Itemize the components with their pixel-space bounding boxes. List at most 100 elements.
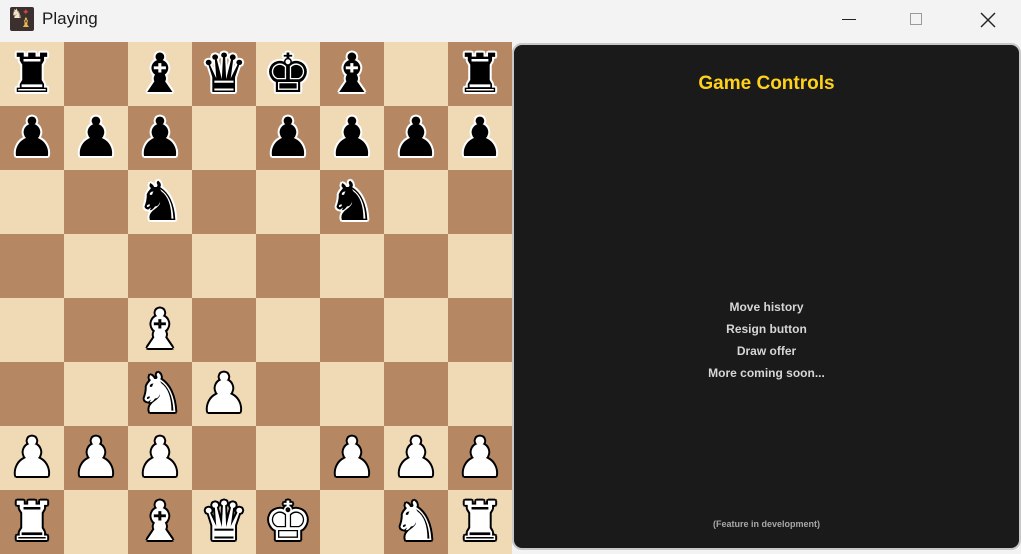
white-knight-icon[interactable]: ♞	[136, 367, 184, 421]
square-g2[interactable]: ♟	[384, 426, 448, 490]
black-pawn-icon[interactable]: ♟	[328, 111, 376, 165]
square-a5[interactable]	[0, 234, 64, 298]
square-a1[interactable]: ♜	[0, 490, 64, 554]
square-d1[interactable]: ♛	[192, 490, 256, 554]
white-rook-icon[interactable]: ♜	[456, 495, 504, 549]
square-a8[interactable]: ♜	[0, 42, 64, 106]
square-g7[interactable]: ♟	[384, 106, 448, 170]
square-c4[interactable]: ♝	[128, 298, 192, 362]
white-pawn-icon[interactable]: ♟	[456, 431, 504, 485]
black-queen-icon[interactable]: ♛	[200, 47, 248, 101]
square-d4[interactable]	[192, 298, 256, 362]
square-a2[interactable]: ♟	[0, 426, 64, 490]
square-h8[interactable]: ♜	[448, 42, 512, 106]
square-g5[interactable]	[384, 234, 448, 298]
square-d7[interactable]	[192, 106, 256, 170]
square-f6[interactable]: ♞	[320, 170, 384, 234]
square-g3[interactable]	[384, 362, 448, 426]
white-knight-icon[interactable]: ♞	[392, 495, 440, 549]
square-b8[interactable]	[64, 42, 128, 106]
square-b2[interactable]: ♟	[64, 426, 128, 490]
white-king-icon[interactable]: ♚	[264, 495, 312, 549]
white-rook-icon[interactable]: ♜	[8, 495, 56, 549]
square-c3[interactable]: ♞	[128, 362, 192, 426]
square-a7[interactable]: ♟	[0, 106, 64, 170]
square-b1[interactable]	[64, 490, 128, 554]
square-h6[interactable]	[448, 170, 512, 234]
square-e7[interactable]: ♟	[256, 106, 320, 170]
square-c1[interactable]: ♝	[128, 490, 192, 554]
square-e8[interactable]: ♚	[256, 42, 320, 106]
square-b5[interactable]	[64, 234, 128, 298]
square-e4[interactable]	[256, 298, 320, 362]
black-knight-icon[interactable]: ♞	[136, 175, 184, 229]
square-c7[interactable]: ♟	[128, 106, 192, 170]
white-pawn-icon[interactable]: ♟	[72, 431, 120, 485]
square-b3[interactable]	[64, 362, 128, 426]
square-f2[interactable]: ♟	[320, 426, 384, 490]
square-f5[interactable]	[320, 234, 384, 298]
square-e2[interactable]	[256, 426, 320, 490]
square-h1[interactable]: ♜	[448, 490, 512, 554]
square-f4[interactable]	[320, 298, 384, 362]
square-d5[interactable]	[192, 234, 256, 298]
white-pawn-icon[interactable]: ♟	[8, 431, 56, 485]
title-bar[interactable]: ♞ ♝ ✦ Playing	[0, 0, 1021, 41]
black-rook-icon[interactable]: ♜	[456, 47, 504, 101]
minimize-button[interactable]	[815, 0, 883, 40]
white-bishop-icon[interactable]: ♝	[136, 303, 184, 357]
maximize-button[interactable]	[883, 0, 951, 40]
square-c2[interactable]: ♟	[128, 426, 192, 490]
square-c8[interactable]: ♝	[128, 42, 192, 106]
chess-board[interactable]: ♜ ♝ ♛ ♚ ♝ ♜ ♟ ♟ ♟ ♟ ♟ ♟ ♟ ♞ ♞ ♝ ♞ ♟ ♟ ♟ ♟ ♟ ♟ ♟ ♜ ♝ ♛ ♚ ♞ ♜	[0, 42, 512, 554]
close-button[interactable]	[953, 0, 1021, 40]
black-pawn-icon[interactable]: ♟	[136, 111, 184, 165]
square-a4[interactable]	[0, 298, 64, 362]
square-f7[interactable]: ♟	[320, 106, 384, 170]
black-pawn-icon[interactable]: ♟	[72, 111, 120, 165]
black-rook-icon[interactable]: ♜	[8, 47, 56, 101]
square-f8[interactable]: ♝	[320, 42, 384, 106]
square-d8[interactable]: ♛	[192, 42, 256, 106]
square-e5[interactable]	[256, 234, 320, 298]
square-a6[interactable]	[0, 170, 64, 234]
square-e3[interactable]	[256, 362, 320, 426]
black-pawn-icon[interactable]: ♟	[392, 111, 440, 165]
square-g1[interactable]: ♞	[384, 490, 448, 554]
square-h4[interactable]	[448, 298, 512, 362]
black-pawn-icon[interactable]: ♟	[456, 111, 504, 165]
black-pawn-icon[interactable]: ♟	[8, 111, 56, 165]
square-b4[interactable]	[64, 298, 128, 362]
black-bishop-icon[interactable]: ♝	[136, 47, 184, 101]
black-knight-icon[interactable]: ♞	[328, 175, 376, 229]
feature-draw-offer: Draw offer	[736, 344, 797, 358]
black-king-icon[interactable]: ♚	[264, 47, 312, 101]
square-g8[interactable]	[384, 42, 448, 106]
square-b7[interactable]: ♟	[64, 106, 128, 170]
square-b6[interactable]	[64, 170, 128, 234]
square-d6[interactable]	[192, 170, 256, 234]
square-h3[interactable]	[448, 362, 512, 426]
square-e6[interactable]	[256, 170, 320, 234]
square-c5[interactable]	[128, 234, 192, 298]
square-g4[interactable]	[384, 298, 448, 362]
white-queen-icon[interactable]: ♛	[200, 495, 248, 549]
square-d3[interactable]: ♟	[192, 362, 256, 426]
square-a3[interactable]	[0, 362, 64, 426]
square-f1[interactable]	[320, 490, 384, 554]
white-pawn-icon[interactable]: ♟	[392, 431, 440, 485]
square-e1[interactable]: ♚	[256, 490, 320, 554]
white-pawn-icon[interactable]: ♟	[328, 431, 376, 485]
square-c6[interactable]: ♞	[128, 170, 192, 234]
black-pawn-icon[interactable]: ♟	[264, 111, 312, 165]
square-h7[interactable]: ♟	[448, 106, 512, 170]
square-d2[interactable]	[192, 426, 256, 490]
square-f3[interactable]	[320, 362, 384, 426]
black-bishop-icon[interactable]: ♝	[328, 47, 376, 101]
white-pawn-icon[interactable]: ♟	[136, 431, 184, 485]
square-h2[interactable]: ♟	[448, 426, 512, 490]
white-bishop-icon[interactable]: ♝	[136, 495, 184, 549]
square-g6[interactable]	[384, 170, 448, 234]
white-pawn-icon[interactable]: ♟	[200, 367, 248, 421]
square-h5[interactable]	[448, 234, 512, 298]
